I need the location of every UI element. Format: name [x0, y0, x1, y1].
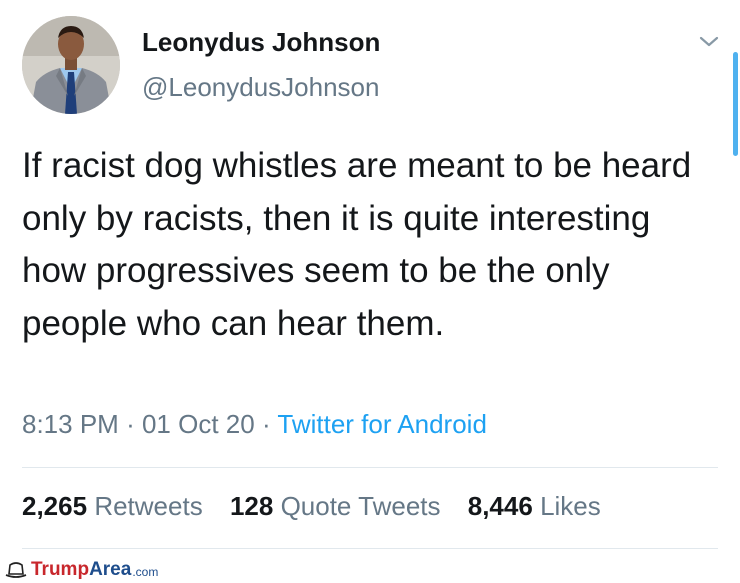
divider: [22, 467, 718, 468]
watermark-brand-part2: Area: [89, 558, 132, 580]
watermark-brand-suffix: .com: [132, 565, 159, 579]
retweets-label: Retweets: [94, 491, 203, 521]
watermark: Trump Area .com: [0, 556, 218, 583]
quote-tweets-label: Quote Tweets: [280, 491, 441, 521]
avatar-photo: [22, 16, 120, 114]
tweet-source-link[interactable]: Twitter for Android: [277, 409, 487, 439]
retweets-stat[interactable]: 2,265 Retweets: [22, 491, 203, 521]
tweet-time: 8:13 PM: [22, 409, 119, 439]
tweet-meta: 8:13 PM · 01 Oct 20 · Twitter for Androi…: [22, 409, 487, 440]
divider: [22, 548, 718, 549]
likes-stat[interactable]: 8,446 Likes: [468, 491, 601, 521]
retweets-count: 2,265: [22, 491, 88, 521]
tweet-stats: 2,265 Retweets 128 Quote Tweets 8,446 Li…: [22, 491, 621, 522]
avatar[interactable]: [22, 16, 120, 114]
likes-label: Likes: [540, 491, 601, 521]
tweet-date: 01 Oct 20: [141, 409, 255, 439]
watermark-brand-part1: Trump: [31, 558, 90, 580]
chevron-down-icon[interactable]: [696, 30, 722, 52]
meta-separator: ·: [261, 409, 271, 439]
display-name[interactable]: Leonydus Johnson: [142, 27, 380, 58]
quote-tweets-count: 128: [229, 491, 274, 521]
quote-tweets-stat[interactable]: 128 Quote Tweets: [230, 491, 441, 521]
hat-icon: [5, 561, 27, 578]
scrollbar[interactable]: [733, 52, 738, 156]
likes-count: 8,446: [467, 491, 533, 521]
user-handle[interactable]: @LeonydusJohnson: [142, 72, 379, 103]
meta-separator: ·: [126, 409, 135, 439]
tweet-text: If racist dog whistles are meant to be h…: [22, 146, 692, 343]
